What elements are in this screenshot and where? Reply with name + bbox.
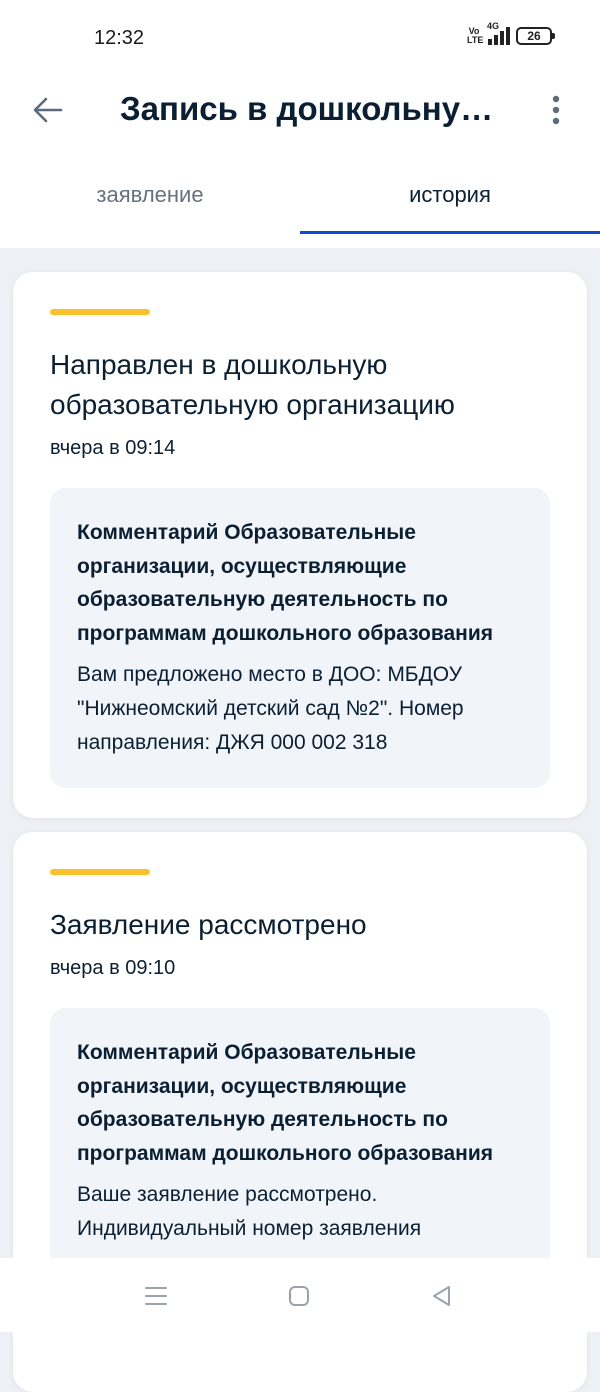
history-card: Направлен в дошкольную образовательную о… bbox=[13, 272, 587, 818]
comment-box: Комментарий Образовательные организации,… bbox=[50, 488, 550, 788]
comment-heading: Комментарий Образовательные организации,… bbox=[77, 521, 493, 645]
battery-icon: 26 bbox=[516, 27, 555, 45]
tab-application[interactable]: заявление bbox=[0, 160, 300, 234]
home-square-icon bbox=[289, 1286, 309, 1306]
more-vertical-icon bbox=[552, 95, 560, 125]
system-back-button[interactable] bbox=[428, 1282, 456, 1310]
comment-box: Комментарий Образовательные организации,… bbox=[50, 1008, 550, 1274]
comment-text: Ваше заявление рассмотрено. Индивидуальн… bbox=[77, 1183, 422, 1240]
volte-icon: Vo LTE bbox=[467, 26, 484, 45]
tab-history[interactable]: история bbox=[300, 160, 600, 234]
history-time: вчера в 09:14 bbox=[50, 437, 176, 459]
history-title: Направлен в дошкольную образовательную о… bbox=[50, 349, 455, 420]
more-options-button[interactable] bbox=[530, 84, 582, 136]
tab-bar: заявление история bbox=[0, 160, 600, 234]
status-accent-bar bbox=[50, 869, 150, 875]
page-title: Запись в дошкольную... bbox=[120, 90, 510, 127]
network-label: 4G bbox=[487, 21, 500, 31]
arrow-left-icon bbox=[33, 97, 63, 123]
battery-level: 26 bbox=[527, 29, 541, 43]
comment-heading: Комментарий Образовательные организации,… bbox=[77, 1041, 493, 1165]
back-button[interactable] bbox=[22, 84, 74, 136]
recent-apps-button[interactable] bbox=[142, 1282, 170, 1310]
back-triangle-icon bbox=[433, 1286, 450, 1306]
signal-icon: 4G bbox=[487, 21, 510, 45]
history-title: Заявление рассмотрено bbox=[50, 909, 367, 940]
menu-icon bbox=[145, 1287, 167, 1305]
status-accent-bar bbox=[50, 309, 150, 315]
history-time: вчера в 09:10 bbox=[50, 957, 176, 979]
status-bar: 12:32 Vo LTE 4G 26 bbox=[0, 0, 600, 76]
app-bar: Запись в дошкольную... bbox=[0, 76, 600, 144]
home-button[interactable] bbox=[285, 1282, 313, 1310]
system-nav-bar bbox=[0, 1258, 600, 1332]
status-time: 12:32 bbox=[94, 27, 145, 49]
comment-text: Вам предложено место в ДОО: МБДОУ "Нижне… bbox=[77, 663, 464, 754]
status-icons: Vo LTE 4G 26 bbox=[467, 21, 555, 45]
